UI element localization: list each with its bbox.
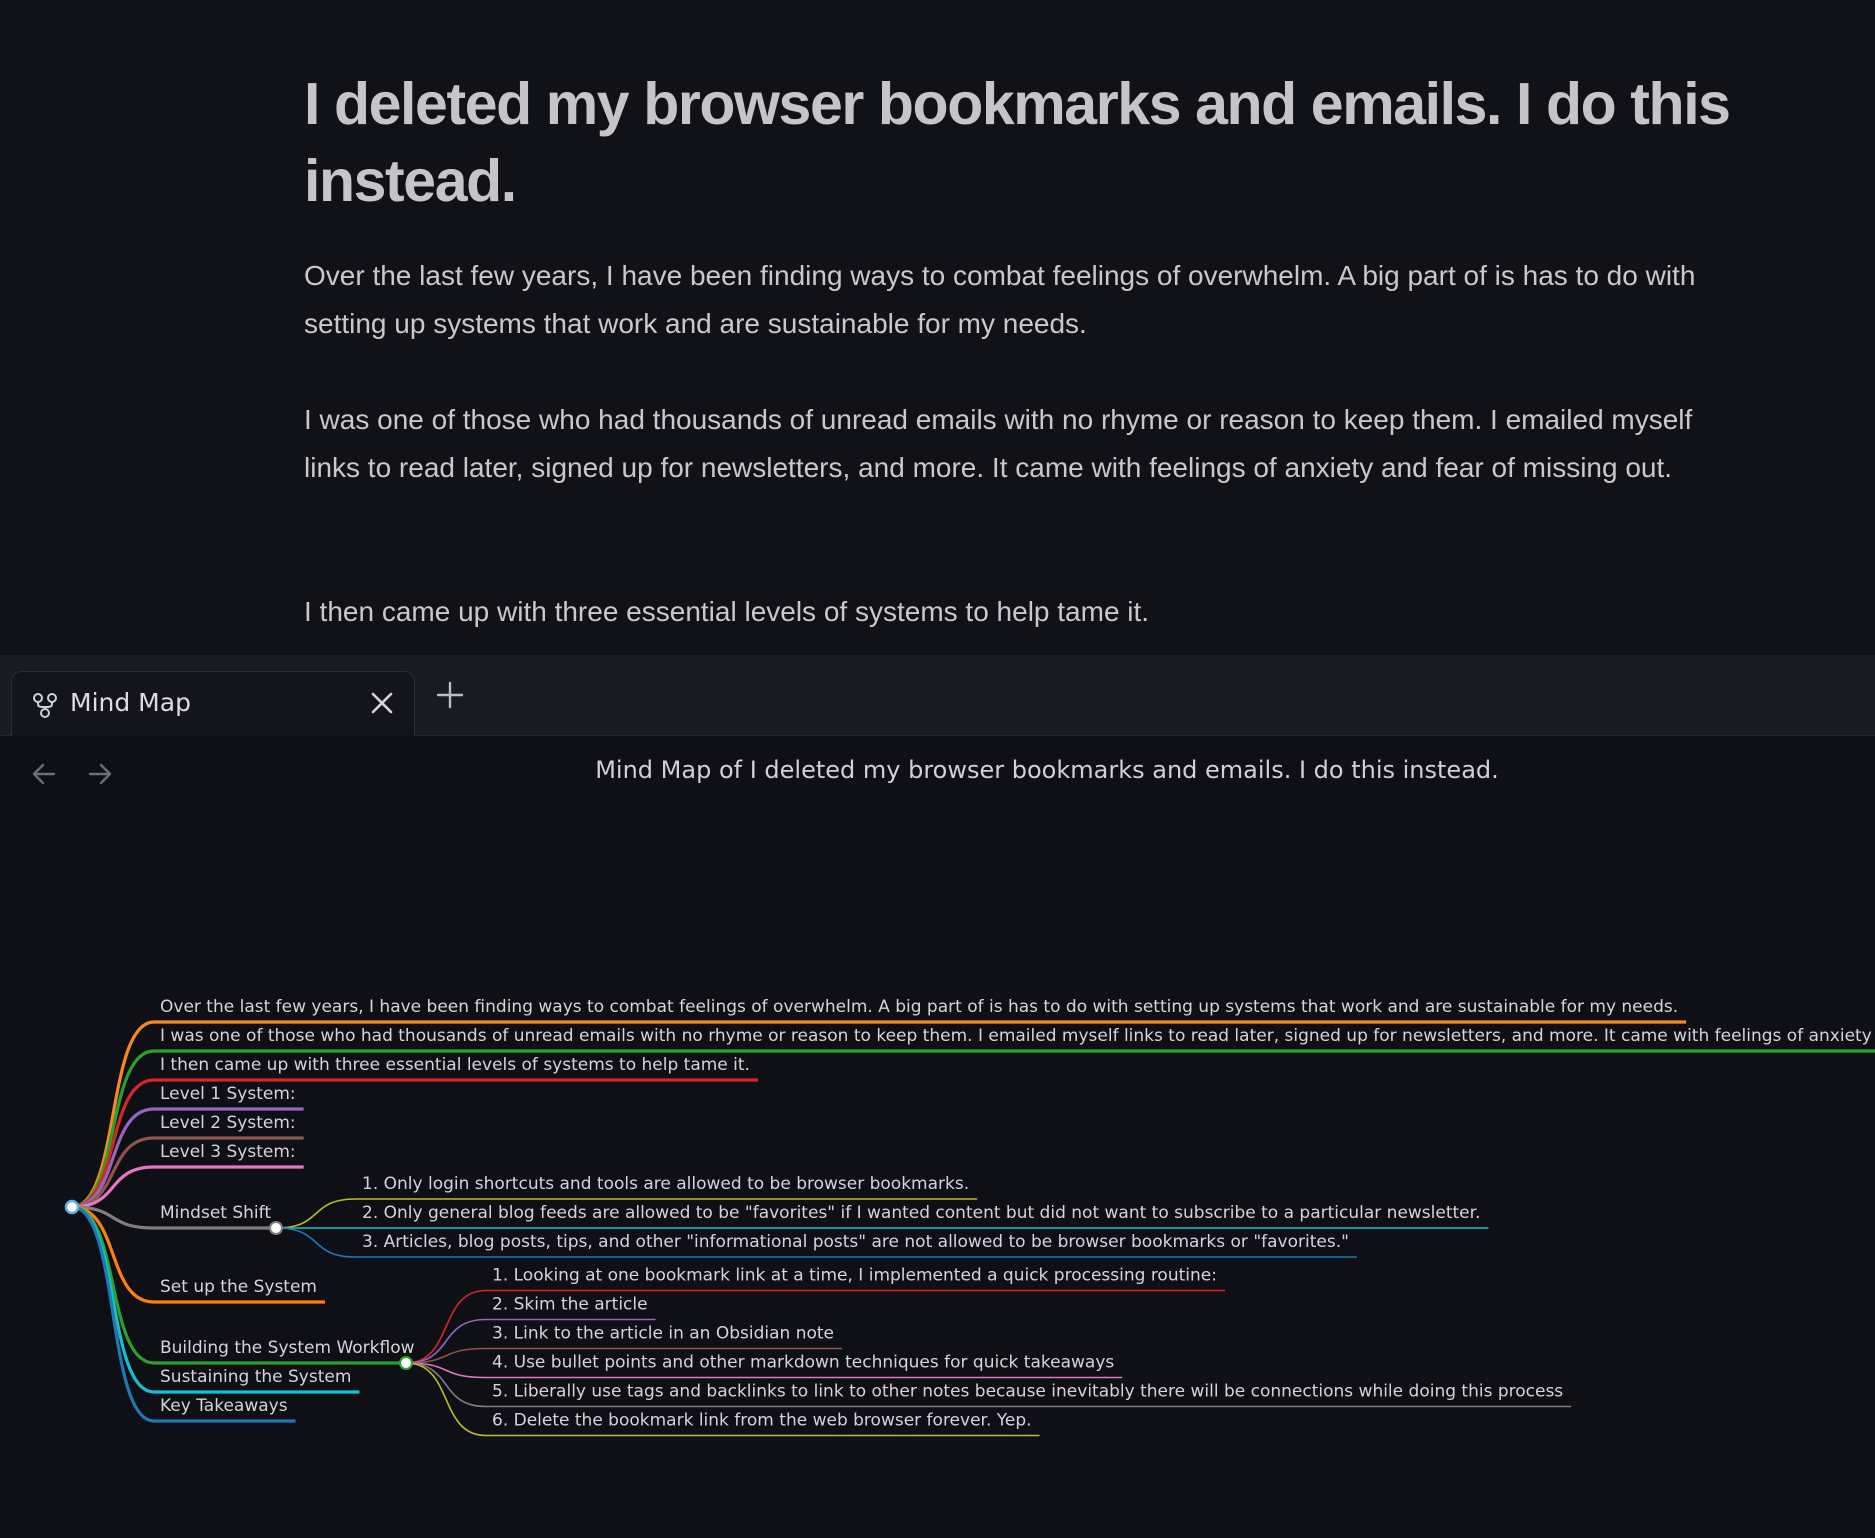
mind-map-node[interactable]: Set up the System — [160, 1277, 317, 1297]
mind-map-node[interactable]: 2. Only general blog feeds are allowed t… — [362, 1203, 1480, 1223]
mind-map-expand-node[interactable] — [269, 1221, 283, 1235]
mind-map-edge — [70, 1205, 156, 1365]
mind-map-node[interactable]: 1. Only login shortcuts and tools are al… — [362, 1174, 969, 1194]
mind-map-edge — [405, 1362, 487, 1437]
mind-map-node[interactable]: Sustaining the System — [160, 1367, 351, 1387]
mind-map-node[interactable]: 2. Skim the article — [492, 1295, 648, 1315]
mind-map-edge — [70, 1049, 156, 1209]
mind-map-expand-node[interactable] — [399, 1356, 413, 1370]
mind-map-edge — [275, 1198, 357, 1229]
mind-map-node[interactable]: 3. Link to the article in an Obsidian no… — [492, 1324, 834, 1344]
mind-map-node[interactable]: 1. Looking at one bookmark link at a tim… — [492, 1266, 1217, 1286]
mind-map-node[interactable]: 3. Articles, blog posts, tips, and other… — [362, 1232, 1349, 1252]
mind-map-node[interactable]: Level 2 System: — [160, 1113, 296, 1133]
mind-map-edge — [70, 1020, 156, 1209]
mind-map-node[interactable]: Level 3 System: — [160, 1142, 296, 1162]
mind-map-node[interactable]: Over the last few years, I have been fin… — [160, 997, 1678, 1017]
mind-map-node[interactable]: 6. Delete the bookmark link from the web… — [492, 1411, 1032, 1431]
mind-map-node[interactable]: Mindset Shift — [160, 1203, 271, 1223]
mind-map-edge — [275, 1227, 357, 1258]
mind-map-node[interactable]: 4. Use bullet points and other markdown … — [492, 1353, 1114, 1373]
mind-map-root-node[interactable] — [64, 1199, 80, 1215]
mind-map-node[interactable]: Key Takeaways — [160, 1396, 288, 1416]
mind-map-node[interactable]: 5. Liberally use tags and backlinks to l… — [492, 1382, 1563, 1402]
mind-map-node[interactable]: Level 1 System: — [160, 1084, 296, 1104]
mind-map-node[interactable]: I then came up with three essential leve… — [160, 1055, 750, 1075]
mind-map-node[interactable]: I was one of those who had thousands of … — [160, 1026, 1875, 1046]
mind-map-node[interactable]: Building the System Workflow — [160, 1338, 415, 1358]
mind-map-edge — [405, 1289, 487, 1364]
mind-map-canvas[interactable]: Over the last few years, I have been fin… — [0, 0, 1875, 1538]
